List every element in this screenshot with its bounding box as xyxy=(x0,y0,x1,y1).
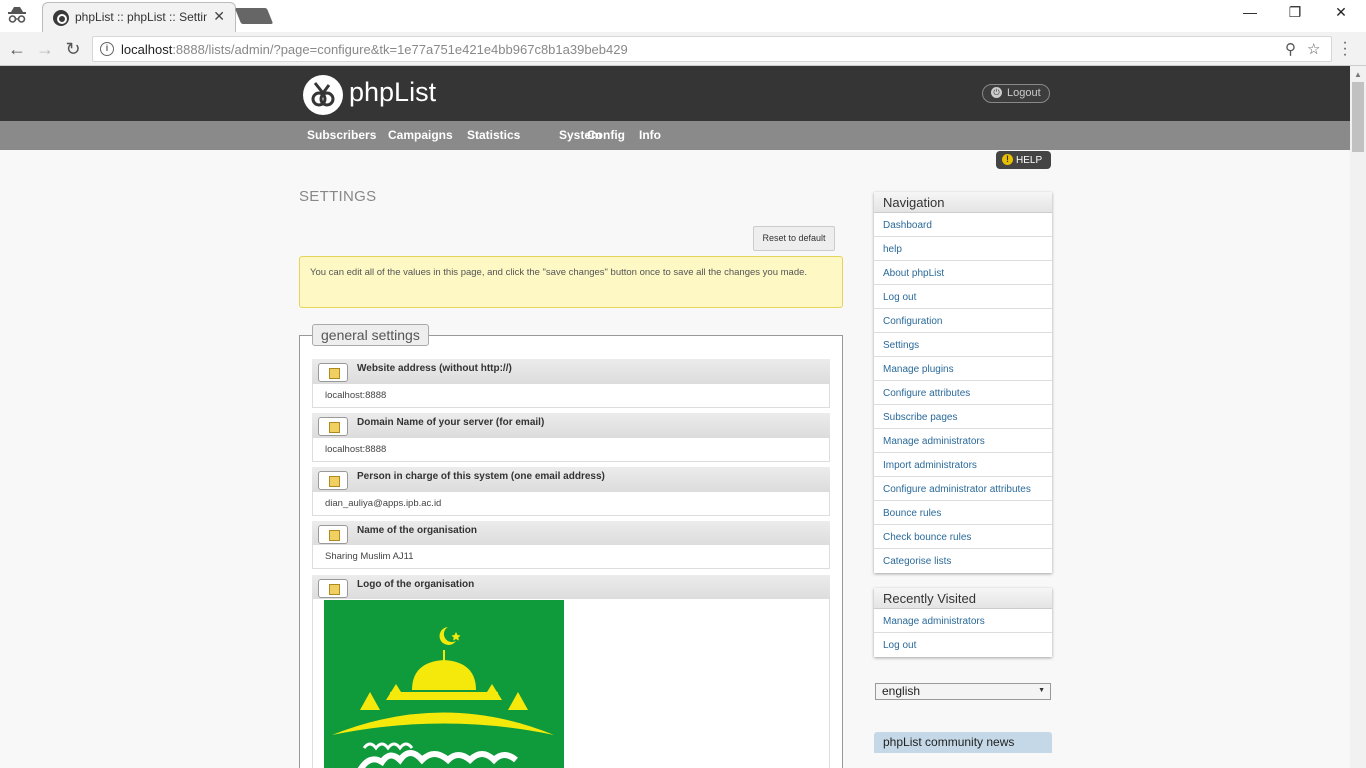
edit-icon[interactable] xyxy=(318,417,348,436)
recent-link-logout[interactable]: Log out xyxy=(874,633,1052,657)
organisation-logo-image xyxy=(324,600,564,768)
nav-link-categorise-lists[interactable]: Categorise lists xyxy=(874,549,1052,573)
setting-value-admin-email: dian_auliya@apps.ipb.ac.id xyxy=(312,492,830,516)
bookmark-star-icon[interactable]: ☆ xyxy=(1307,40,1320,58)
setting-header-organisation: Name of the organisation xyxy=(312,521,830,546)
nav-link-settings[interactable]: Settings xyxy=(874,333,1052,357)
page-viewport: phpList ⏻ Logout Subscribers Campaigns S… xyxy=(0,66,1350,768)
reset-to-default-button[interactable]: Reset to default xyxy=(753,226,835,251)
main-menu: Subscribers Campaigns Statistics System … xyxy=(0,121,1350,150)
forward-arrow-icon[interactable]: → xyxy=(34,38,56,60)
site-info-icon[interactable]: i xyxy=(100,42,114,56)
recent-link-manage-administrators[interactable]: Manage administrators xyxy=(874,609,1052,633)
edit-icon[interactable] xyxy=(318,525,348,544)
browser-toolbar: ← → ↻ i localhost:8888/lists/admin/?page… xyxy=(0,32,1366,66)
site-header: phpList ⏻ Logout xyxy=(0,66,1350,121)
tab-title: phpList :: phpList :: Settings xyxy=(75,10,207,24)
setting-header-admin-email: Person in charge of this system (one ema… xyxy=(312,467,830,492)
window-maximize-button[interactable]: ❐ xyxy=(1272,4,1318,26)
nav-link-import-administrators[interactable]: Import administrators xyxy=(874,453,1052,477)
nav-link-manage-administrators[interactable]: Manage administrators xyxy=(874,429,1052,453)
logout-label: Logout xyxy=(1007,87,1041,99)
menu-item-campaigns[interactable]: Campaigns xyxy=(388,128,453,142)
setting-value-organisation: Sharing Muslim AJ11 xyxy=(312,545,830,569)
edit-icon[interactable] xyxy=(318,579,348,598)
tab-close-icon[interactable]: ✕ xyxy=(213,8,225,25)
help-label: HELP xyxy=(1016,155,1043,166)
page-scrollbar[interactable]: ▲ xyxy=(1350,66,1366,768)
nav-link-bounce-rules[interactable]: Bounce rules xyxy=(874,501,1052,525)
logout-button[interactable]: ⏻ Logout xyxy=(982,84,1050,103)
setting-label: Name of the organisation xyxy=(357,525,478,536)
nav-link-help[interactable]: help xyxy=(874,237,1052,261)
nav-link-dashboard[interactable]: Dashboard xyxy=(874,213,1052,237)
power-icon: ⏻ xyxy=(991,87,1002,98)
recently-visited-title: Recently Visited xyxy=(874,588,1052,609)
dropdown-arrow-icon: ▼ xyxy=(1038,687,1045,694)
menu-item-config[interactable]: Config xyxy=(587,128,625,142)
window-close-button[interactable]: ✕ xyxy=(1318,4,1364,26)
scroll-up-arrow-icon[interactable]: ▲ xyxy=(1354,70,1362,79)
help-button[interactable]: ! HELP xyxy=(996,151,1051,169)
navigation-panel: Navigation Dashboard help About phpList … xyxy=(874,192,1052,573)
setting-label: Domain Name of your server (for email) xyxy=(357,417,545,428)
nav-link-subscribe-pages[interactable]: Subscribe pages xyxy=(874,405,1052,429)
nav-link-configure-attributes[interactable]: Configure attributes xyxy=(874,381,1052,405)
setting-value-domain: localhost:8888 xyxy=(312,438,830,462)
menu-item-info[interactable]: Info xyxy=(639,128,661,142)
window-minimize-button[interactable]: — xyxy=(1227,4,1273,26)
general-settings-legend: general settings xyxy=(312,324,429,346)
address-bar[interactable]: i localhost:8888/lists/admin/?page=confi… xyxy=(92,36,1332,62)
language-select[interactable]: english ▼ xyxy=(875,683,1051,700)
recently-visited-panel: Recently Visited Manage administrators L… xyxy=(874,588,1052,657)
nav-link-configure-admin-attributes[interactable]: Configure administrator attributes xyxy=(874,477,1052,501)
browser-tab-strip: phpList :: phpList :: Settings ✕ — ❐ ✕ xyxy=(0,0,1366,32)
setting-header-logo: Logo of the organisation xyxy=(312,575,830,600)
menu-item-subscribers[interactable]: Subscribers xyxy=(307,128,376,142)
phplist-logo-icon[interactable] xyxy=(303,75,343,115)
scrollbar-thumb[interactable] xyxy=(1352,82,1364,152)
url-host: localhost xyxy=(121,42,173,57)
phplist-favicon-icon xyxy=(53,10,69,26)
nav-link-check-bounce-rules[interactable]: Check bounce rules xyxy=(874,525,1052,549)
browser-menu-icon[interactable]: · · · xyxy=(1340,35,1350,63)
setting-label: Logo of the organisation xyxy=(357,579,475,590)
zoom-icon[interactable]: ⚲ xyxy=(1285,40,1296,58)
community-news-title: phpList community news xyxy=(874,732,1052,753)
url-path: :8888/lists/admin/?page=configure&tk=1e7… xyxy=(172,42,628,57)
nav-link-logout[interactable]: Log out xyxy=(874,285,1052,309)
menu-item-statistics[interactable]: Statistics xyxy=(467,128,520,142)
nav-link-configuration[interactable]: Configuration xyxy=(874,309,1052,333)
edit-icon[interactable] xyxy=(318,363,348,382)
back-arrow-icon[interactable]: ← xyxy=(6,38,28,60)
nav-link-manage-plugins[interactable]: Manage plugins xyxy=(874,357,1052,381)
incognito-icon xyxy=(6,6,28,26)
nav-link-about[interactable]: About phpList xyxy=(874,261,1052,285)
edit-icon[interactable] xyxy=(318,471,348,490)
site-logo-text[interactable]: phpList xyxy=(349,77,436,108)
setting-header-domain: Domain Name of your server (for email) xyxy=(312,413,830,438)
page-title: SETTINGS xyxy=(299,188,377,205)
reload-icon[interactable]: ↻ xyxy=(62,38,84,60)
new-tab-button[interactable] xyxy=(234,8,274,24)
setting-value-website: localhost:8888 xyxy=(312,384,830,408)
url-text[interactable]: localhost:8888/lists/admin/?page=configu… xyxy=(121,42,628,57)
browser-tab[interactable]: phpList :: phpList :: Settings ✕ xyxy=(42,2,236,32)
navigation-title: Navigation xyxy=(874,192,1052,213)
setting-label: Website address (without http://) xyxy=(357,363,512,374)
language-value: english xyxy=(882,684,921,698)
setting-header-website: Website address (without http://) xyxy=(312,359,830,384)
info-notice: You can edit all of the values in this p… xyxy=(299,256,843,308)
setting-label: Person in charge of this system (one ema… xyxy=(357,471,605,482)
help-alert-icon: ! xyxy=(1002,154,1013,165)
